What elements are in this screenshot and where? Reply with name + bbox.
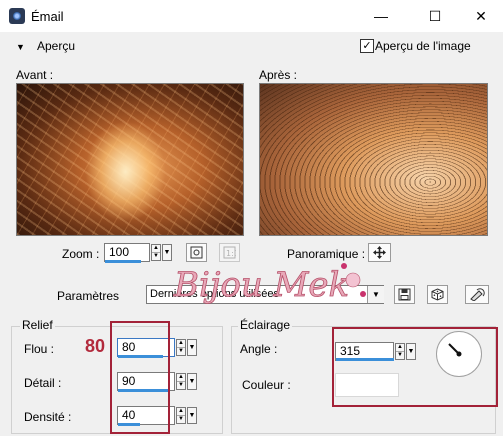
detail-spinner[interactable]: ▲ ▼	[176, 373, 186, 390]
minimize-button[interactable]: —	[358, 0, 404, 32]
watermark-logo: Bijou Mek	[173, 263, 366, 305]
save-preset-button[interactable]	[394, 285, 415, 304]
zoom-slider-bar[interactable]	[105, 260, 141, 263]
image-preview-checkbox[interactable]: ✓	[360, 39, 374, 53]
density-spinner[interactable]: ▲ ▼	[176, 407, 186, 424]
after-preview-image[interactable]	[259, 83, 488, 236]
color-label: Couleur :	[242, 378, 291, 392]
relief-group-title: Relief	[20, 318, 55, 332]
watermark: Bijou Mek	[170, 248, 375, 313]
presets-label: Paramètres	[57, 289, 120, 303]
before-preview-image[interactable]	[16, 83, 244, 236]
window-title: Émail	[31, 9, 64, 24]
angle-label: Angle :	[240, 342, 278, 356]
maximize-button[interactable]: ☐	[412, 0, 458, 32]
random-button[interactable]	[427, 285, 448, 304]
detail-dropdown-arrow[interactable]: ▼	[187, 373, 197, 390]
before-label: Avant :	[16, 68, 54, 82]
app-icon	[9, 8, 25, 24]
zoom-label: Zoom :	[62, 247, 100, 261]
blur-dropdown-arrow[interactable]: ▼	[187, 339, 197, 356]
image-preview-label[interactable]: Aperçu de l'image	[375, 39, 471, 53]
preview-toggle-label[interactable]: Aperçu	[37, 39, 75, 53]
after-label: Après :	[259, 68, 298, 82]
save-icon	[398, 288, 411, 301]
close-button[interactable]: ✕	[458, 0, 503, 32]
annotation-frame-lighting	[332, 327, 498, 407]
annotation-frame-relief	[110, 321, 170, 434]
reset-icon	[470, 288, 485, 301]
density-label: Densité :	[24, 410, 72, 424]
detail-label: Détail :	[24, 376, 62, 390]
zoom-spinner[interactable]: ▲ ▼	[151, 244, 161, 261]
dice-icon	[431, 288, 444, 301]
blur-label: Flou :	[24, 342, 55, 356]
density-dropdown-arrow[interactable]: ▼	[187, 407, 197, 424]
annotation-number: 80	[85, 336, 106, 356]
lighting-group-title: Éclairage	[238, 318, 293, 332]
blur-spinner[interactable]: ▲ ▼	[176, 339, 186, 356]
svg-text:Bijou Mek: Bijou Mek	[173, 265, 349, 305]
collapse-triangle-icon[interactable]: ▼	[16, 42, 25, 52]
reset-button[interactable]	[465, 285, 489, 304]
